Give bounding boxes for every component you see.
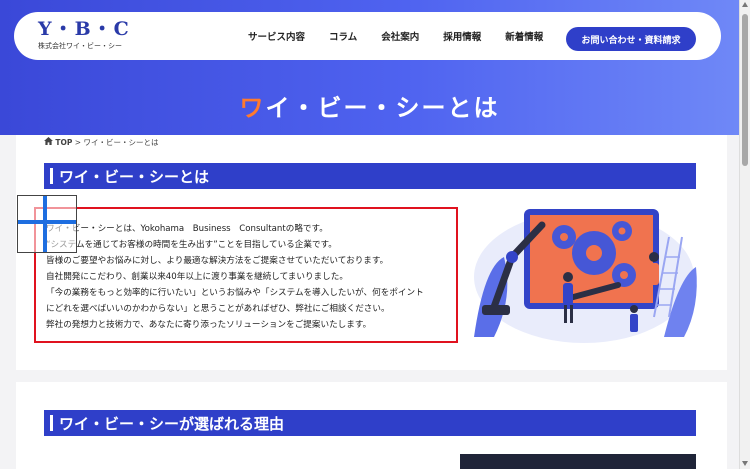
- contact-button[interactable]: お問い合わせ・資料請求: [566, 27, 696, 51]
- nav-item-news[interactable]: 新着情報: [505, 29, 543, 43]
- logo-text: Y・B・C: [38, 18, 131, 40]
- page-title-rest: イ・ビー・シーとは: [265, 94, 500, 122]
- nav-item-company[interactable]: 会社案内: [381, 29, 419, 43]
- selection-highlight: [34, 207, 458, 343]
- crosshair-cursor-icon: [17, 195, 77, 253]
- scroll-down-arrow-icon[interactable]: [742, 461, 748, 466]
- about-section: TOP > ワイ・ビー・シーとは ワイ・ビー・シーとは ワイ・ビー・シーとは、Y…: [16, 135, 727, 370]
- page-scrollbar[interactable]: [739, 0, 750, 469]
- crosshair-vertical: [43, 196, 47, 252]
- about-heading: ワイ・ビー・シーとは: [44, 163, 696, 189]
- scrollbar-thumb[interactable]: [742, 14, 748, 166]
- logo-company-name: 株式会社ワイ・ビー・シー: [38, 42, 122, 50]
- reasons-heading-text: ワイ・ビー・シーが選ばれる理由: [59, 414, 285, 433]
- breadcrumb-current: ワイ・ビー・シーとは: [83, 138, 159, 147]
- nav-item-column[interactable]: コラム: [329, 29, 357, 43]
- page-title: ワイ・ビー・シーとは: [0, 88, 739, 123]
- nav-item-recruit[interactable]: 採用情報: [443, 29, 481, 43]
- site-header: Y・B・C 株式会社ワイ・ビー・シー サービス内容 コラム 会社案内 採用情報 …: [14, 12, 721, 60]
- reasons-section: ワイ・ビー・シーが選ばれる理由: [16, 382, 727, 469]
- crosshair-horizontal: [18, 220, 76, 224]
- site-logo[interactable]: Y・B・C 株式会社ワイ・ビー・シー: [38, 18, 138, 51]
- heading-marker: [50, 168, 53, 184]
- about-heading-text: ワイ・ビー・シーとは: [59, 167, 210, 186]
- hero-banner: Y・B・C 株式会社ワイ・ビー・シー サービス内容 コラム 会社案内 採用情報 …: [0, 0, 739, 135]
- nav-item-services[interactable]: サービス内容: [248, 29, 305, 43]
- main-nav: サービス内容 コラム 会社案内 採用情報 新着情報: [248, 12, 567, 60]
- reasons-heading: ワイ・ビー・シーが選ばれる理由: [44, 410, 696, 436]
- home-icon: [44, 137, 55, 147]
- breadcrumb: TOP > ワイ・ビー・シーとは: [44, 137, 158, 148]
- heading-marker: [50, 415, 53, 431]
- breadcrumb-home-link[interactable]: TOP: [55, 138, 72, 147]
- reasons-image-preview: [460, 454, 696, 469]
- engineering-illustration: [464, 197, 704, 347]
- scroll-up-arrow-icon[interactable]: [742, 2, 748, 7]
- page-title-accent: ワ: [239, 94, 266, 122]
- breadcrumb-separator: >: [74, 138, 82, 147]
